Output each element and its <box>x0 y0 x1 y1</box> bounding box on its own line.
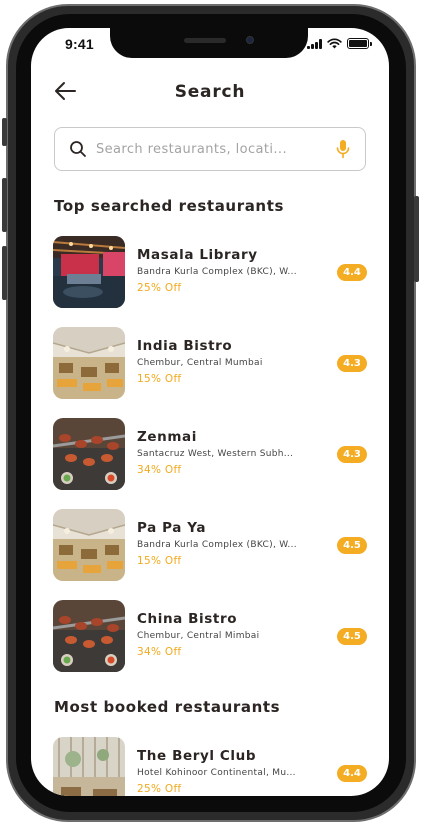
restaurant-image <box>53 737 125 796</box>
restaurant-image <box>53 327 125 399</box>
section-title-most-booked: Most booked restaurants <box>54 698 281 716</box>
restaurant-item[interactable]: Masala Library Bandra Kurla Complex (BKC… <box>53 236 367 308</box>
mute-switch <box>2 118 7 146</box>
cellular-signal-icon <box>307 38 322 49</box>
restaurant-item[interactable]: India Bistro Chembur, Central Mumbai 15%… <box>53 327 367 399</box>
restaurant-image <box>53 418 125 490</box>
restaurant-name: Masala Library <box>137 247 258 263</box>
restaurant-name: Zenmai <box>137 429 197 445</box>
restaurant-address: Bandra Kurla Complex (BKC), W... <box>137 267 297 277</box>
restaurant-address: Bandra Kurla Complex (BKC), W... <box>137 540 297 550</box>
restaurant-image <box>53 600 125 672</box>
restaurant-offer: 25% Off <box>137 282 182 294</box>
volume-up-button <box>2 178 7 232</box>
speaker-grille <box>184 38 226 43</box>
section-title-top-searched: Top searched restaurants <box>54 197 284 215</box>
restaurant-name: India Bistro <box>137 338 233 354</box>
status-icons <box>307 38 372 49</box>
search-bar[interactable] <box>54 127 366 171</box>
battery-icon <box>347 38 372 49</box>
page-title: Search <box>174 82 246 102</box>
microphone-icon[interactable] <box>335 139 351 159</box>
rating-badge: 4.5 <box>337 537 367 554</box>
restaurant-item[interactable]: Pa Pa Ya Bandra Kurla Complex (BKC), W..… <box>53 509 367 581</box>
restaurant-item[interactable]: Zenmai Santacruz West, Western Subh... 3… <box>53 418 367 490</box>
rating-badge: 4.4 <box>337 264 367 281</box>
rating-badge: 4.3 <box>337 355 367 372</box>
restaurant-image <box>53 236 125 308</box>
restaurant-address: Hotel Kohinoor Continental, Mu... <box>137 768 296 778</box>
restaurant-offer: 34% Off <box>137 646 182 658</box>
restaurant-image <box>53 509 125 581</box>
search-icon <box>70 141 86 157</box>
restaurant-name: China Bistro <box>137 611 238 627</box>
restaurant-offer: 25% Off <box>137 783 182 795</box>
wifi-icon <box>327 38 342 49</box>
restaurant-address: Chembur, Central Mimbai <box>137 631 260 641</box>
header: Search <box>31 78 389 108</box>
restaurant-address: Santacruz West, Western Subh... <box>137 449 294 459</box>
restaurant-offer: 15% Off <box>137 373 182 385</box>
search-input[interactable] <box>96 141 327 157</box>
restaurant-offer: 34% Off <box>137 464 182 476</box>
notch <box>110 28 308 58</box>
restaurant-offer: 15% Off <box>137 555 182 567</box>
rating-badge: 4.4 <box>337 765 367 782</box>
status-time: 9:41 <box>65 36 94 52</box>
front-camera <box>246 36 254 44</box>
volume-down-button <box>2 246 7 300</box>
restaurant-address: Chembur, Central Mumbai <box>137 358 263 368</box>
power-button <box>414 196 419 282</box>
app-screen: 9:41 Search Top searched re <box>31 28 389 796</box>
rating-badge: 4.5 <box>337 628 367 645</box>
restaurant-name: Pa Pa Ya <box>137 520 207 536</box>
restaurant-name: The Beryl Club <box>137 748 257 764</box>
restaurant-item[interactable]: China Bistro Chembur, Central Mimbai 34%… <box>53 600 367 672</box>
restaurant-item[interactable]: The Beryl Club Hotel Kohinoor Continenta… <box>53 737 367 796</box>
rating-badge: 4.3 <box>337 446 367 463</box>
